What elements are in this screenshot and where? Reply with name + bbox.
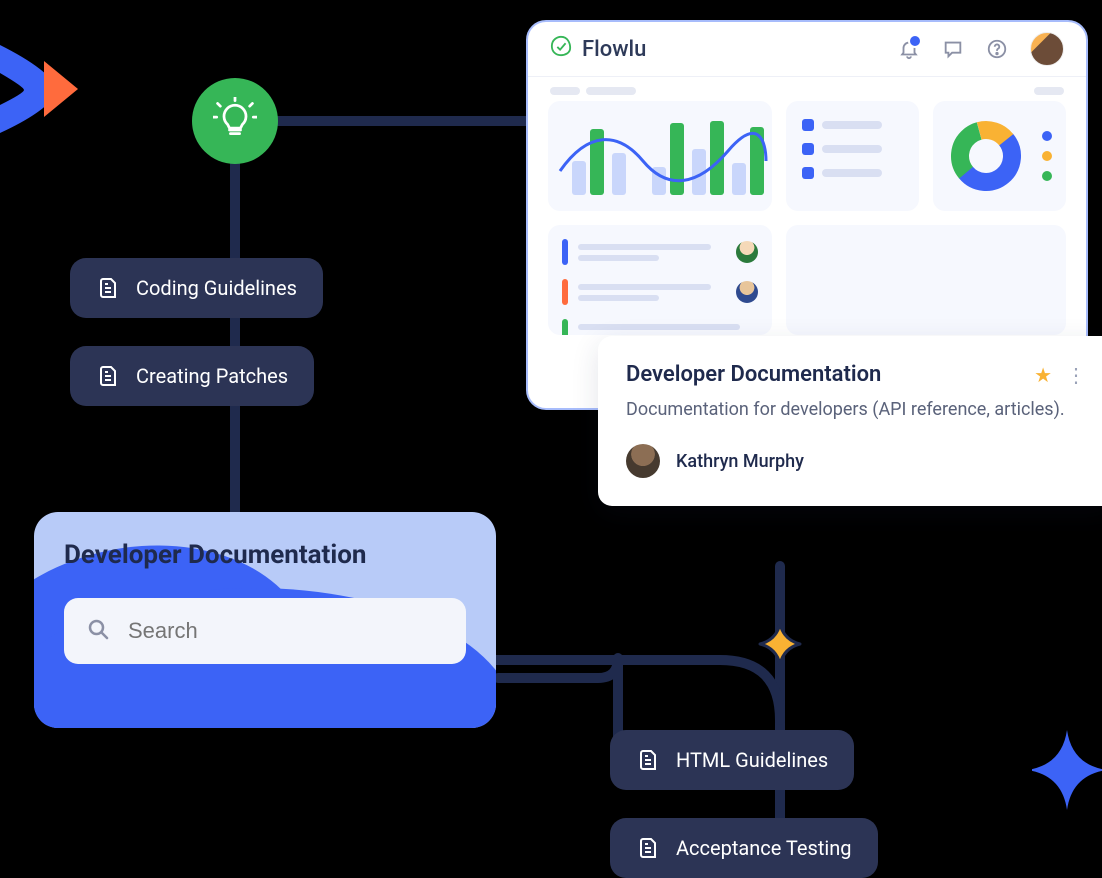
help-icon[interactable] [986, 38, 1008, 60]
more-icon[interactable]: ⋮ [1066, 363, 1088, 387]
pill-coding-guidelines[interactable]: Coding Guidelines [70, 258, 323, 318]
doc-card-description: Documentation for developers (API refere… [626, 397, 1088, 422]
search-card-title: Developer Documentation [64, 540, 466, 570]
document-icon [636, 836, 660, 860]
document-icon [96, 276, 120, 300]
avatar[interactable] [1030, 32, 1064, 66]
doc-card-title: Developer Documentation [626, 362, 1034, 387]
search-box[interactable] [64, 598, 466, 664]
pill-label: HTML Guidelines [676, 748, 828, 772]
avatar [626, 444, 660, 478]
widget-empty[interactable] [786, 225, 1066, 335]
chat-icon[interactable] [942, 38, 964, 60]
widget-tasks[interactable] [548, 225, 772, 335]
widget-donut[interactable] [933, 101, 1066, 211]
document-icon [636, 748, 660, 772]
brand: Flowlu [550, 35, 646, 63]
pill-acceptance-testing[interactable]: Acceptance Testing [610, 818, 878, 878]
donut-legend [1042, 131, 1052, 181]
document-icon [96, 364, 120, 388]
pill-label: Coding Guidelines [136, 276, 297, 300]
pill-creating-patches[interactable]: Creating Patches [70, 346, 314, 406]
search-card: Developer Documentation [34, 512, 496, 728]
widget-list[interactable] [786, 101, 919, 211]
pill-html-guidelines[interactable]: HTML Guidelines [610, 730, 854, 790]
author-name: Kathryn Murphy [676, 451, 804, 472]
brand-name: Flowlu [582, 37, 646, 62]
search-icon [86, 617, 110, 645]
dashboard-widgets [528, 101, 1086, 355]
doc-detail-card: Developer Documentation ★ ⋮ Documentatio… [598, 336, 1102, 506]
pill-label: Acceptance Testing [676, 836, 852, 860]
widget-chart[interactable] [548, 101, 772, 211]
idea-hub [192, 78, 278, 164]
doc-card-author: Kathryn Murphy [626, 444, 1088, 478]
lightbulb-icon [213, 97, 257, 145]
bell-icon[interactable] [898, 38, 920, 60]
dashboard-topbar: Flowlu [528, 22, 1086, 77]
pill-label: Creating Patches [136, 364, 288, 388]
search-input[interactable] [126, 617, 444, 645]
notification-dot [908, 34, 922, 48]
breadcrumb-placeholder [528, 77, 1086, 101]
brand-leaf-icon [550, 35, 572, 63]
decorative-sparkle-right-icon [1032, 725, 1102, 815]
star-icon[interactable]: ★ [1034, 363, 1052, 387]
decorative-arrow-icon [0, 35, 80, 135]
sparkle-icon [758, 622, 802, 666]
